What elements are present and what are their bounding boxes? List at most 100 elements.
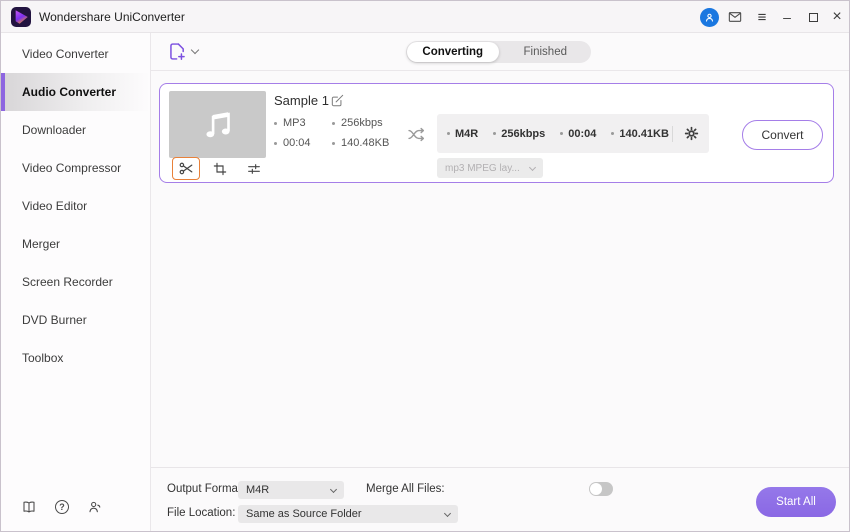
account-button[interactable] xyxy=(697,1,721,33)
bullet-dot xyxy=(274,141,277,145)
app-window: Wondershare UniConverter ≡ – × Video Con… xyxy=(0,0,850,532)
tab-label: Finished xyxy=(523,46,567,58)
target-format-value: M4R xyxy=(455,127,479,140)
bullet-dot xyxy=(611,132,615,135)
source-duration: 00:04 xyxy=(274,137,311,149)
sidebar-item-video-compressor[interactable]: Video Compressor xyxy=(1,149,150,187)
edit-pencil-icon xyxy=(331,94,344,107)
convert-button-label: Convert xyxy=(761,128,804,142)
convert-direction xyxy=(406,124,427,150)
sidebar-item-video-editor[interactable]: Video Editor xyxy=(1,187,150,225)
chevron-down-icon xyxy=(190,45,200,55)
source-format-value: MP3 xyxy=(283,117,306,129)
target-size-value: 140.41KB xyxy=(619,127,669,140)
source-bitrate-value: 256kbps xyxy=(341,117,383,129)
chevron-down-icon xyxy=(329,485,338,493)
sidebar: Video Converter Audio Converter Download… xyxy=(1,33,151,531)
sidebar-item-label: Screen Recorder xyxy=(22,275,113,289)
mail-icon xyxy=(728,12,742,22)
bullet-dot xyxy=(332,121,335,125)
source-size: 140.48KB xyxy=(332,137,389,149)
file-task-card: Sample 1 MP3 256kbps 00:04 140.48KB M4R … xyxy=(159,83,834,183)
bottom-bar: Output Format: M4R Merge All Files: File… xyxy=(151,467,849,531)
help-button[interactable]: ? xyxy=(54,499,70,515)
sidebar-item-label: Video Editor xyxy=(22,199,88,213)
codec-dropdown[interactable]: mp3 MPEG lay... xyxy=(437,158,543,178)
sidebar-item-video-converter[interactable]: Video Converter xyxy=(1,35,150,73)
sidebar-item-merger[interactable]: Merger xyxy=(1,225,150,263)
messages-button[interactable] xyxy=(723,1,747,33)
file-location-label: File Location: xyxy=(167,507,236,519)
user-avatar-icon xyxy=(699,7,719,27)
menu-button[interactable]: ≡ xyxy=(750,1,774,33)
source-format: MP3 xyxy=(274,117,306,129)
minimize-button[interactable]: – xyxy=(775,1,799,33)
close-button[interactable]: × xyxy=(825,1,849,33)
merge-all-files-label: Merge All Files: xyxy=(366,483,445,495)
sidebar-item-label: DVD Burner xyxy=(22,313,87,327)
source-size-value: 140.48KB xyxy=(341,137,390,149)
bullet-dot xyxy=(560,132,564,135)
target-bitrate-value: 256kbps xyxy=(501,127,546,140)
add-file-icon xyxy=(170,43,185,60)
crop-icon xyxy=(213,162,227,175)
sidebar-item-label: Video Compressor xyxy=(22,161,122,175)
rename-button[interactable] xyxy=(330,93,345,113)
chevron-down-icon xyxy=(528,163,537,171)
bullet-dot xyxy=(332,141,335,145)
file-title: Sample 1 xyxy=(274,93,329,108)
help-icon: ? xyxy=(55,500,69,514)
start-all-label: Start All xyxy=(776,496,816,508)
sidebar-item-audio-converter[interactable]: Audio Converter xyxy=(1,73,150,111)
gear-icon xyxy=(684,126,699,141)
title-bar: Wondershare UniConverter ≡ – × xyxy=(1,1,849,33)
bullet-dot xyxy=(447,132,450,135)
book-icon xyxy=(23,501,35,513)
merge-all-files-toggle[interactable] xyxy=(589,482,613,496)
app-title: Wondershare UniConverter xyxy=(39,10,185,24)
tab-finished[interactable]: Finished xyxy=(500,41,592,63)
crop-button[interactable] xyxy=(206,157,234,180)
sidebar-item-label: Merger xyxy=(22,237,61,251)
convert-button[interactable]: Convert xyxy=(742,120,823,150)
scissors-icon xyxy=(179,162,192,175)
target-bitrate: 256kbps xyxy=(493,128,545,140)
sidebar-item-screen-recorder[interactable]: Screen Recorder xyxy=(1,263,150,301)
target-format: M4R xyxy=(447,128,478,140)
sidebar-item-label: Video Converter xyxy=(22,47,109,61)
minimize-icon: – xyxy=(783,9,791,25)
close-icon: × xyxy=(832,8,842,25)
user-guide-button[interactable] xyxy=(21,499,37,515)
output-format-dropdown[interactable]: M4R xyxy=(238,481,344,499)
start-all-button[interactable]: Start All xyxy=(756,487,836,517)
adjust-sliders-icon xyxy=(248,163,260,174)
bullet-dot xyxy=(493,132,497,135)
source-duration-value: 00:04 xyxy=(283,137,311,149)
target-duration: 00:04 xyxy=(560,128,596,140)
toggle-knob xyxy=(590,483,602,495)
source-bitrate: 256kbps xyxy=(332,117,383,129)
target-size: 140.41KB xyxy=(611,128,669,140)
tab-label: Converting xyxy=(422,46,484,58)
app-logo-icon xyxy=(11,7,31,27)
effects-button[interactable] xyxy=(240,157,268,180)
bullet-dot xyxy=(274,121,277,125)
trim-button[interactable] xyxy=(172,157,200,180)
content-area: Sample 1 MP3 256kbps 00:04 140.48KB M4R … xyxy=(151,71,849,467)
community-button[interactable] xyxy=(87,499,103,515)
file-thumbnail xyxy=(169,91,266,158)
maximize-button[interactable] xyxy=(801,1,825,33)
sidebar-footer: ? xyxy=(21,499,103,515)
sidebar-item-downloader[interactable]: Downloader xyxy=(1,111,150,149)
target-format-summary: M4R 256kbps 00:04 140.41KB xyxy=(437,114,709,153)
add-files-button[interactable] xyxy=(167,41,200,62)
file-location-dropdown[interactable]: Same as Source Folder xyxy=(238,505,458,523)
output-settings-button[interactable] xyxy=(684,126,699,141)
tab-converting[interactable]: Converting xyxy=(407,42,499,62)
sidebar-item-dvd-burner[interactable]: DVD Burner xyxy=(1,301,150,339)
codec-dropdown-value: mp3 MPEG lay... xyxy=(445,162,520,174)
sidebar-item-toolbox[interactable]: Toolbox xyxy=(1,339,150,377)
sidebar-item-label: Toolbox xyxy=(22,351,64,365)
sidebar-item-label: Audio Converter xyxy=(22,85,117,99)
target-duration-value: 00:04 xyxy=(568,127,597,140)
